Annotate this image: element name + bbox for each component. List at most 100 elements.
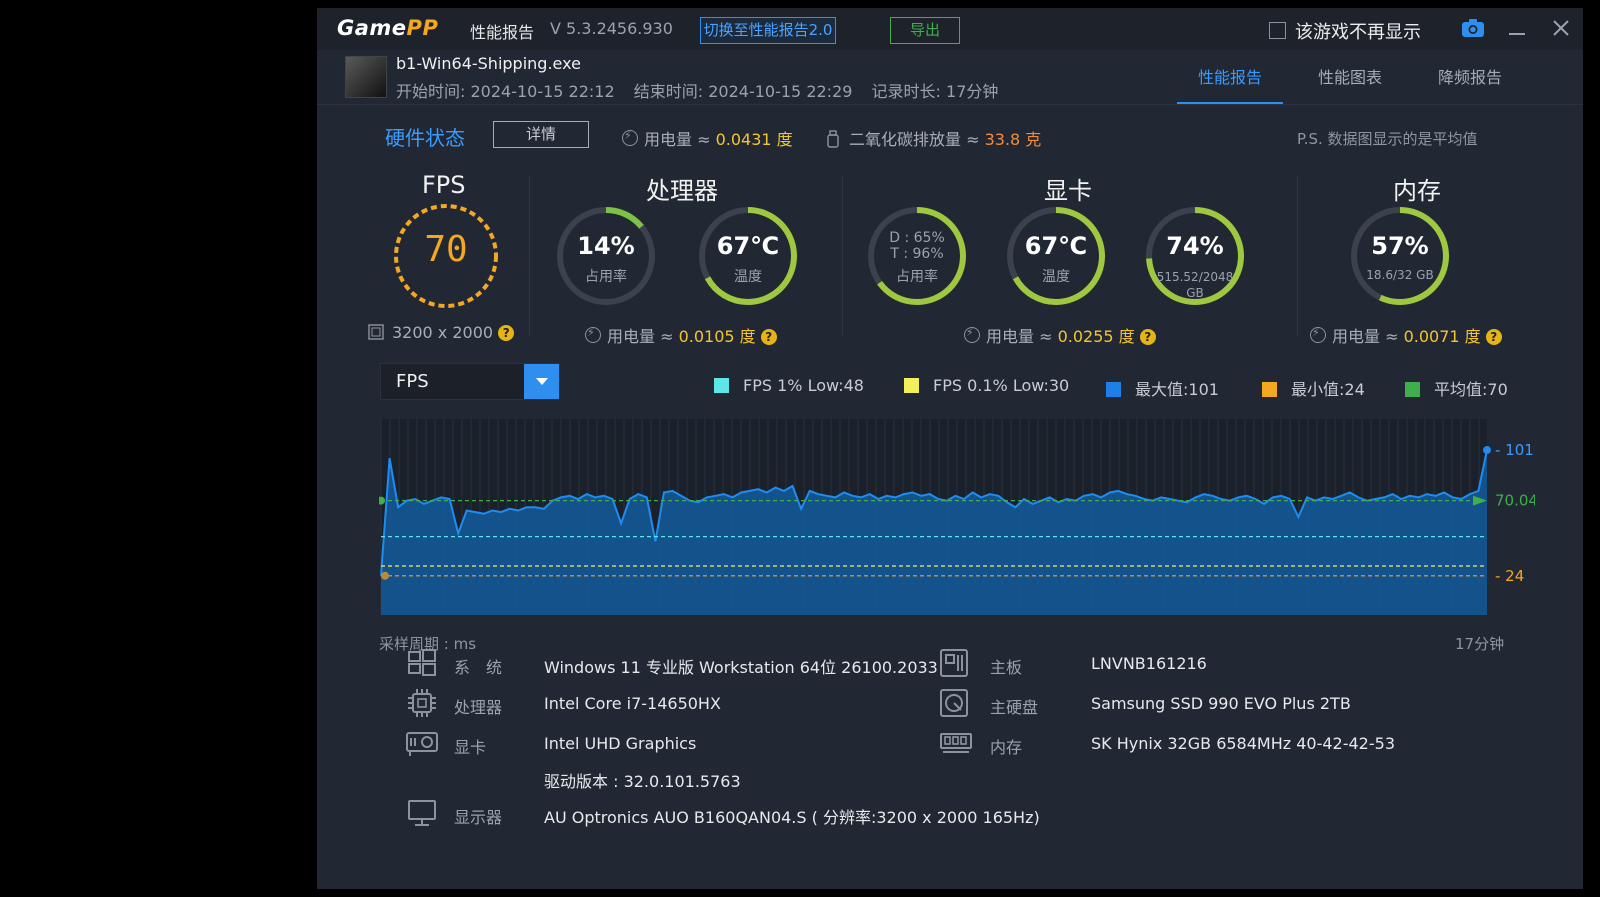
gpu-usage-t: T : 96% [890, 246, 944, 262]
min-marker [381, 571, 389, 580]
help-icon[interactable]: ? [1139, 329, 1156, 345]
motherboard-label: 主板 [990, 658, 1023, 677]
average-label: 70.04 [1495, 492, 1535, 510]
hide-game-checkbox[interactable] [1269, 22, 1286, 39]
monitor-icon [408, 800, 436, 826]
gpu-usage-label: 占用率 [896, 269, 938, 285]
export-button[interactable]: 导出 [890, 17, 960, 44]
section-divider [1297, 176, 1298, 336]
fps-chart: - 101 70.04 - 24 [377, 417, 1538, 629]
switch-report-button[interactable]: 切换至性能报告2.0 [700, 17, 836, 44]
legend-fps-01-low: FPS 0.1% Low:30 [904, 376, 1069, 395]
record-duration: 记录时长: 17分钟 [871, 82, 999, 101]
cpu-power: 用电量 ≈ 0.0105 度 ? [585, 323, 777, 347]
legend-swatch [904, 378, 919, 393]
help-icon[interactable]: ? [498, 325, 515, 341]
legend-average: 平均值:70 [1405, 376, 1508, 400]
power-icon [585, 326, 601, 343]
help-icon[interactable]: ? [1485, 329, 1502, 345]
gpu-memory-value: 74% [1166, 232, 1224, 260]
fps-chart-svg: - 101 70.04 - 24 [377, 419, 1538, 615]
title-bar: GamePP 性能报告 V 5.3.2456.930 切换至性能报告2.0 导出… [317, 8, 1583, 50]
cpu-usage-label: 占用率 [585, 269, 627, 285]
end-time: 结束时间: 2024-10-15 22:29 [633, 82, 853, 101]
hardware-status-title: 硬件状态 [385, 126, 465, 150]
chart-duration-label: 17分钟 [1455, 635, 1505, 653]
cpu-temp-gauge: 67℃ 温度 [698, 206, 808, 316]
start-time: 开始时间: 2024-10-15 22:12 [396, 82, 615, 101]
cpu-usage-value: 14% [577, 232, 635, 260]
cpu-value: Intel Core i7-14650HX [544, 694, 721, 713]
legend-swatch [714, 378, 729, 393]
system-label: 系 统 [454, 658, 503, 677]
legend-swatch [1106, 382, 1121, 397]
legend-swatch [1262, 382, 1277, 397]
close-icon[interactable] [1551, 18, 1571, 38]
ram-section-title: 内存 [1393, 177, 1441, 205]
disk-value: Samsung SSD 990 EVO Plus 2TB [1091, 694, 1351, 713]
co2-emission: 二氧化碳排放量 ≈ 33.8 克 [827, 126, 1041, 150]
ram-value: SK Hynix 32GB 6584MHz 40-42-42-53 [1091, 734, 1395, 753]
legend-min: 最小值:24 [1262, 376, 1365, 400]
legend-swatch [1405, 382, 1420, 397]
gpu-usage-d: D : 65% [889, 230, 945, 246]
gpu-power: 用电量 ≈ 0.0255 度 ? [964, 323, 1156, 347]
monitor-value: AU Optronics AUO B160QAN04.S ( 分辨率:3200 … [544, 808, 1040, 827]
average-note: P.S. 数据图显示的是平均值 [1297, 130, 1478, 148]
resolution-icon [368, 324, 384, 340]
fps-resolution: 3200 x 2000 ? [368, 323, 515, 342]
cpu-usage-gauge: 14% 占用率 [556, 206, 666, 316]
app-version: V 5.3.2456.930 [550, 19, 673, 38]
cpu-section-title: 处理器 [646, 177, 718, 205]
max-label: - 101 [1495, 441, 1534, 459]
power-icon [622, 129, 638, 146]
detail-button[interactable]: 详情 [493, 121, 589, 148]
gpu-value: Intel UHD Graphics [544, 734, 697, 753]
legend-max: 最大值:101 [1106, 376, 1219, 400]
disk-icon [940, 689, 968, 717]
tab-throttle-report[interactable]: 降频报告 [1417, 64, 1523, 102]
system-value: Windows 11 专业版 Workstation 64位 26100.203… [544, 658, 938, 677]
chevron-down-icon[interactable] [524, 364, 559, 399]
metric-select[interactable]: FPS [380, 363, 560, 400]
minimize-icon[interactable] [1507, 18, 1527, 38]
help-icon[interactable]: ? [760, 329, 777, 345]
min-label: - 24 [1495, 567, 1524, 585]
game-session-times: 开始时间: 2024-10-15 22:12 结束时间: 2024-10-15 … [396, 78, 1012, 102]
fps-gauge: 70 [391, 201, 501, 311]
power-icon [964, 326, 980, 343]
gpu-memory-detail: 515.52/2048 [1156, 270, 1234, 284]
app-logo: GamePP [337, 16, 439, 40]
gamepp-window: GamePP 性能报告 V 5.3.2456.930 切换至性能报告2.0 导出… [317, 8, 1583, 889]
motherboard-icon [940, 649, 968, 677]
tab-performance-report[interactable]: 性能报告 [1177, 64, 1283, 105]
gpu-memory-gauge: 74% 515.52/2048 GB [1145, 206, 1255, 316]
cpu-temp-label: 温度 [734, 269, 762, 285]
hide-game-checkbox-label[interactable]: 该游戏不再显示 [1295, 18, 1421, 44]
fps-value: 70 [424, 229, 468, 270]
monitor-label: 显示器 [454, 808, 503, 827]
gpu-temp-label: 温度 [1042, 269, 1070, 285]
gpu-temp-value: 67℃ [1024, 232, 1088, 260]
camera-icon[interactable] [1461, 18, 1485, 38]
tab-performance-chart[interactable]: 性能图表 [1297, 64, 1403, 102]
max-marker [1483, 446, 1491, 455]
bottle-icon [827, 130, 839, 148]
power-icon [1310, 326, 1326, 343]
ram-usage-gauge: 57% 18.6/32 GB [1350, 206, 1460, 316]
header-divider [317, 104, 1583, 105]
motherboard-value: LNVNB161216 [1091, 654, 1207, 673]
cpu-temp-value: 67℃ [716, 232, 780, 260]
section-divider [529, 176, 530, 336]
legend-fps-1-low: FPS 1% Low:48 [714, 376, 864, 395]
ram-label: 内存 [990, 738, 1023, 757]
gpu-memory-unit: GB [1186, 286, 1204, 300]
game-cover-icon [345, 56, 387, 98]
gpu-icon [406, 732, 438, 756]
gpu-driver-version: 驱动版本 : 32.0.101.5763 [544, 772, 741, 791]
window-title: 性能报告 [470, 23, 535, 42]
metric-select-value: FPS [396, 371, 429, 392]
ram-power: 用电量 ≈ 0.0071 度 ? [1310, 323, 1502, 347]
cpu-label: 处理器 [454, 698, 503, 717]
gpu-section-title: 显卡 [1044, 177, 1092, 205]
